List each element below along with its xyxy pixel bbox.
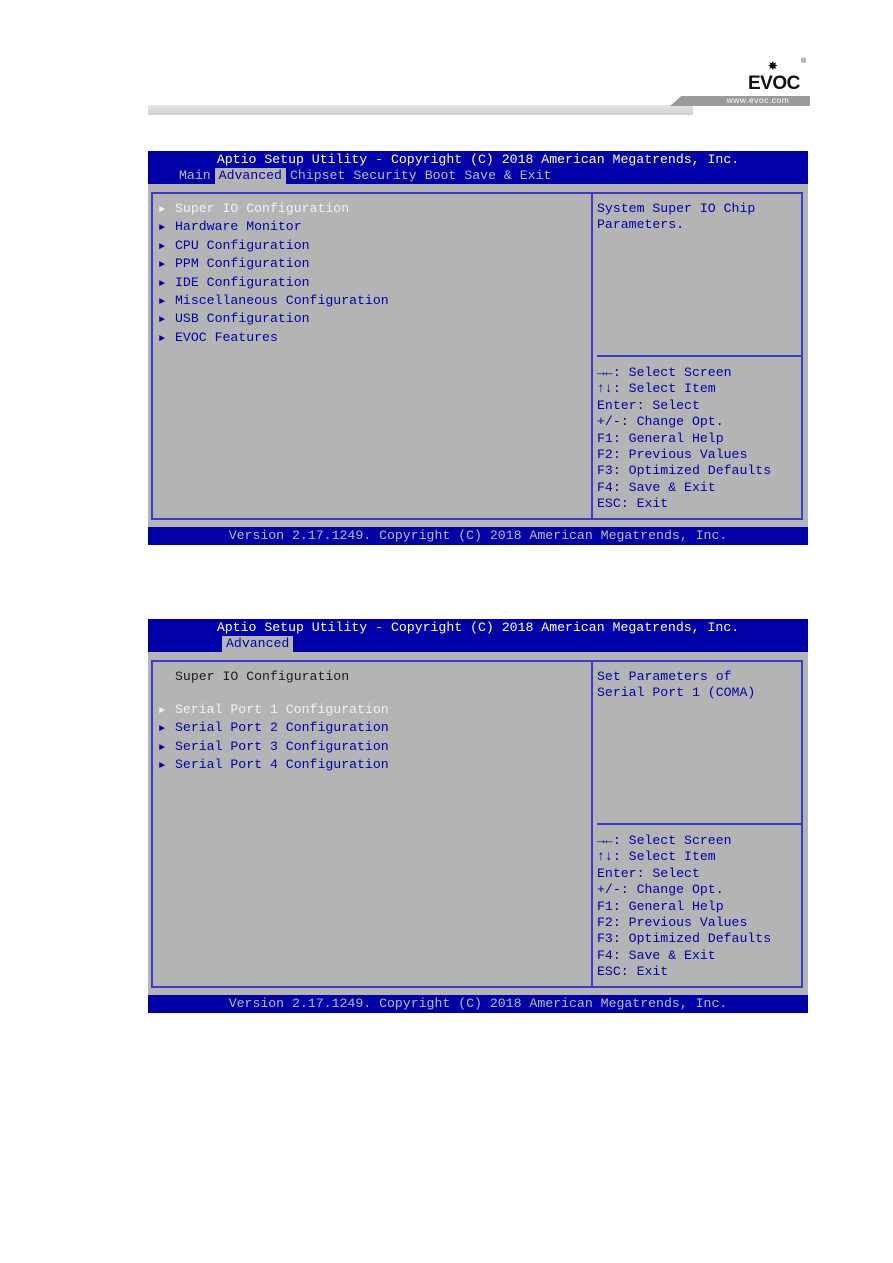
key-help-line: ↑↓: Select Item bbox=[597, 381, 716, 397]
key-help-line: Enter: Select bbox=[597, 397, 700, 413]
submenu-arrow-icon: ► bbox=[159, 761, 166, 773]
menu-item-label: CPU Configuration bbox=[175, 237, 310, 253]
menu-item-label: Serial Port 4 Configuration bbox=[175, 757, 389, 773]
menu-item-serial-port-2-configuration[interactable]: ► Serial Port 2 Configuration bbox=[159, 720, 389, 738]
menu-subtitle: Super IO Configuration bbox=[175, 669, 350, 684]
submenu-arrow-icon: ► bbox=[159, 742, 166, 754]
submenu-arrow-icon: ► bbox=[159, 724, 166, 736]
key-help-line: ↑↓: Select Item bbox=[597, 849, 716, 865]
submenu-arrow-icon: ► bbox=[159, 241, 166, 253]
key-help-line: +/-: Change Opt. bbox=[597, 882, 724, 898]
bios-title: Aptio Setup Utility - Copyright (C) 2018… bbox=[216, 620, 740, 635]
menu-item-label: Miscellaneous Configuration bbox=[175, 293, 389, 309]
submenu-arrow-icon: ► bbox=[159, 333, 166, 345]
menu-item-label: Serial Port 1 Configuration bbox=[175, 701, 389, 717]
menu-item-serial-port-4-configuration[interactable]: ► Serial Port 4 Configuration bbox=[159, 757, 389, 775]
item-help-panel: System Super IO Chip Parameters. bbox=[597, 201, 803, 234]
header-url: www.evoc.com bbox=[726, 95, 790, 105]
key-help-line: F1: General Help bbox=[597, 430, 724, 446]
panel-divider bbox=[591, 194, 593, 518]
menu-item-miscellaneous-configuration[interactable]: ► Miscellaneous Configuration bbox=[159, 293, 389, 311]
submenu-arrow-icon: ► bbox=[159, 278, 166, 290]
key-help-line: F4: Save & Exit bbox=[597, 479, 716, 495]
menu-item-label: Super IO Configuration bbox=[175, 201, 350, 216]
bios-menu: Super IO Configuration ► Serial Port 1 Con… bbox=[159, 669, 389, 775]
tab-advanced[interactable]: Advanced bbox=[222, 636, 294, 652]
key-help-line: ESC: Exit bbox=[597, 964, 669, 980]
key-help-line: →←: Select Screen bbox=[597, 365, 732, 380]
key-help-line: F2: Previous Values bbox=[597, 915, 748, 931]
help-text-line: Parameters. bbox=[597, 217, 685, 233]
help-text-line: Serial Port 1 (COMA) bbox=[597, 685, 756, 701]
tab-chipset[interactable]: Chipset bbox=[286, 168, 349, 184]
help-text-line: System Super IO Chip bbox=[597, 201, 756, 216]
tab-boot[interactable]: Boot bbox=[421, 168, 461, 184]
menu-item-label: EVOC Features bbox=[175, 329, 278, 345]
logo-star-icon: ✸ bbox=[768, 57, 778, 75]
key-help-line: →←: Select Screen bbox=[597, 833, 732, 848]
key-help-line: Enter: Select bbox=[597, 865, 700, 881]
help-text-line: Set Parameters of bbox=[597, 669, 732, 684]
bios-tab-bar: Advanced bbox=[222, 636, 294, 652]
help-separator bbox=[597, 355, 803, 357]
bios-screen-advanced: Aptio Setup Utility - Copyright (C) 2018… bbox=[148, 151, 808, 545]
tab-save-exit[interactable]: Save & Exit bbox=[460, 168, 555, 184]
key-help-panel: →←: Select Screen ↑↓: Select Item Enter: S… bbox=[597, 365, 771, 513]
item-help-panel: Set Parameters of Serial Port 1 (COMA) bbox=[597, 669, 803, 702]
menu-item-label: Hardware Monitor bbox=[175, 219, 302, 235]
submenu-arrow-icon: ► bbox=[159, 705, 166, 717]
key-help-line: F1: General Help bbox=[597, 898, 724, 914]
bios-footer: Version 2.17.1249. Copyright (C) 2018 Am… bbox=[148, 995, 808, 1013]
menu-item-label: Serial Port 2 Configuration bbox=[175, 720, 389, 736]
bios-title-bar: Aptio Setup Utility - Copyright (C) 2018… bbox=[148, 151, 808, 184]
header-band bbox=[148, 105, 693, 115]
key-help-line: +/-: Change Opt. bbox=[597, 414, 724, 430]
bios-footer: Version 2.17.1249. Copyright (C) 2018 Am… bbox=[148, 527, 808, 545]
bios-content-frame: Super IO Configuration ► Serial Port 1 Con… bbox=[151, 660, 803, 988]
panel-divider bbox=[591, 662, 593, 986]
menu-item-super-io-configuration[interactable]: ► Super IO Configuration bbox=[159, 201, 389, 219]
menu-item-serial-port-3-configuration[interactable]: ► Serial Port 3 Configuration bbox=[159, 739, 389, 757]
menu-item-label: PPM Configuration bbox=[175, 256, 310, 272]
company-logo: EVOC bbox=[748, 73, 800, 94]
menu-item-serial-port-1-configuration[interactable]: ► Serial Port 1 Configuration bbox=[159, 702, 389, 720]
bios-tab-bar: Main Advanced Chipset Security Boot Save & Ex… bbox=[175, 168, 555, 184]
key-help-line: F3: Optimized Defaults bbox=[597, 463, 772, 479]
menu-item-label: IDE Configuration bbox=[175, 274, 310, 290]
submenu-arrow-icon: ► bbox=[159, 315, 166, 327]
bios-title-bar: Aptio Setup Utility - Copyright (C) 2018… bbox=[148, 619, 808, 652]
menu-item-hardware-monitor[interactable]: ► Hardware Monitor bbox=[159, 219, 389, 237]
registered-mark: ® bbox=[801, 58, 807, 65]
submenu-arrow-icon: ► bbox=[159, 297, 166, 309]
menu-item-evoc-features[interactable]: ► EVOC Features bbox=[159, 330, 389, 348]
key-help-panel: →←: Select Screen ↑↓: Select Item Enter: S… bbox=[597, 833, 771, 981]
tab-advanced[interactable]: Advanced bbox=[214, 168, 286, 184]
menu-item-cpu-configuration[interactable]: ► CPU Configuration bbox=[159, 238, 389, 256]
menu-item-usb-configuration[interactable]: ► USB Configuration bbox=[159, 311, 389, 329]
key-help-line: F3: Optimized Defaults bbox=[597, 931, 772, 947]
key-help-line: ESC: Exit bbox=[597, 496, 669, 512]
menu-item-label: Serial Port 3 Configuration bbox=[175, 738, 389, 754]
bios-title: Aptio Setup Utility - Copyright (C) 2018… bbox=[216, 152, 740, 167]
submenu-arrow-icon: ► bbox=[159, 223, 166, 235]
tab-security[interactable]: Security bbox=[349, 168, 420, 184]
key-help-line: F2: Previous Values bbox=[597, 447, 748, 463]
menu-item-ppm-configuration[interactable]: ► PPM Configuration bbox=[159, 256, 389, 274]
submenu-arrow-icon: ► bbox=[159, 205, 166, 216]
menu-item-ide-configuration[interactable]: ► IDE Configuration bbox=[159, 275, 389, 293]
bios-menu: ► Super IO Configuration ► Hardware Monitor… bbox=[159, 201, 389, 348]
help-separator bbox=[597, 823, 803, 825]
submenu-arrow-icon: ► bbox=[159, 260, 166, 272]
bios-screen-super-io: Aptio Setup Utility - Copyright (C) 2018… bbox=[148, 619, 808, 1013]
key-help-line: F4: Save & Exit bbox=[597, 947, 716, 963]
menu-item-label: USB Configuration bbox=[175, 311, 310, 327]
tab-main[interactable]: Main bbox=[175, 168, 215, 184]
bios-content-frame: ► Super IO Configuration ► Hardware Monitor… bbox=[151, 192, 803, 520]
